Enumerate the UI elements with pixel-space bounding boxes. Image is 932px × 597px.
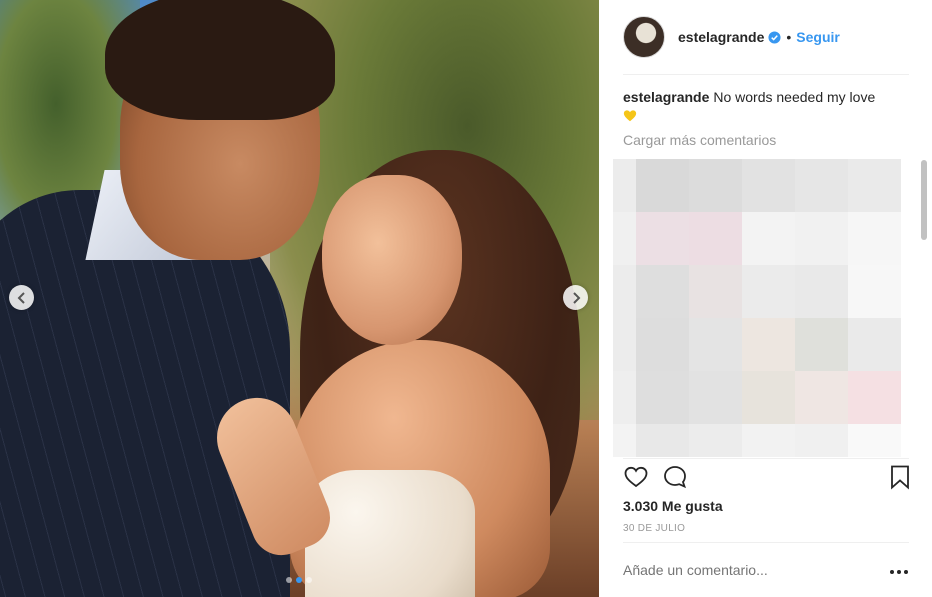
image-dress — [305, 470, 475, 597]
likes-count[interactable]: 3.030 Me gusta — [623, 498, 723, 514]
image-bride-face — [322, 175, 462, 345]
more-dot — [897, 570, 901, 574]
post-image[interactable] — [0, 0, 599, 597]
carousel-prev-button[interactable] — [9, 285, 34, 310]
caption: estelagrande No words needed my love — [623, 88, 903, 124]
carousel-dot — [286, 577, 292, 583]
avatar[interactable] — [623, 16, 665, 58]
image-groom-hair — [105, 0, 335, 120]
post-actions — [623, 464, 911, 492]
post-date[interactable]: 30 DE JULIO — [623, 523, 685, 534]
carousel-next-button[interactable] — [563, 285, 588, 310]
comment-bubble-icon[interactable] — [662, 464, 688, 490]
comment-divider — [623, 542, 909, 543]
header-separator: • — [786, 29, 792, 45]
carousel-dot — [306, 577, 312, 583]
follow-button[interactable]: Seguir — [796, 29, 840, 45]
more-dot — [904, 570, 908, 574]
bookmark-icon[interactable] — [887, 464, 913, 490]
more-options-icon[interactable] — [890, 570, 908, 574]
verified-badge-icon — [768, 30, 781, 44]
username-link[interactable]: estelagrande — [678, 29, 764, 45]
yellow-heart-emoji-icon — [623, 110, 637, 122]
caption-username[interactable]: estelagrande — [623, 89, 709, 105]
heart-icon[interactable] — [623, 464, 649, 490]
post-header: estelagrande • Seguir — [623, 16, 909, 58]
comments-placeholder-grid — [613, 159, 901, 457]
caption-text: No words needed my love — [713, 89, 876, 105]
chevron-left-icon — [17, 291, 25, 304]
actions-divider — [623, 458, 909, 459]
comments-scrollbar[interactable] — [921, 160, 927, 240]
carousel-indicator — [286, 577, 312, 583]
header-divider — [623, 74, 909, 75]
comment-input[interactable] — [623, 562, 863, 578]
post-sidebar: estelagrande • Seguir estelagrande No wor… — [599, 0, 932, 597]
more-dot — [890, 570, 894, 574]
carousel-dot-active — [296, 577, 302, 583]
chevron-right-icon — [572, 291, 580, 304]
load-more-comments[interactable]: Cargar más comentarios — [623, 132, 776, 148]
